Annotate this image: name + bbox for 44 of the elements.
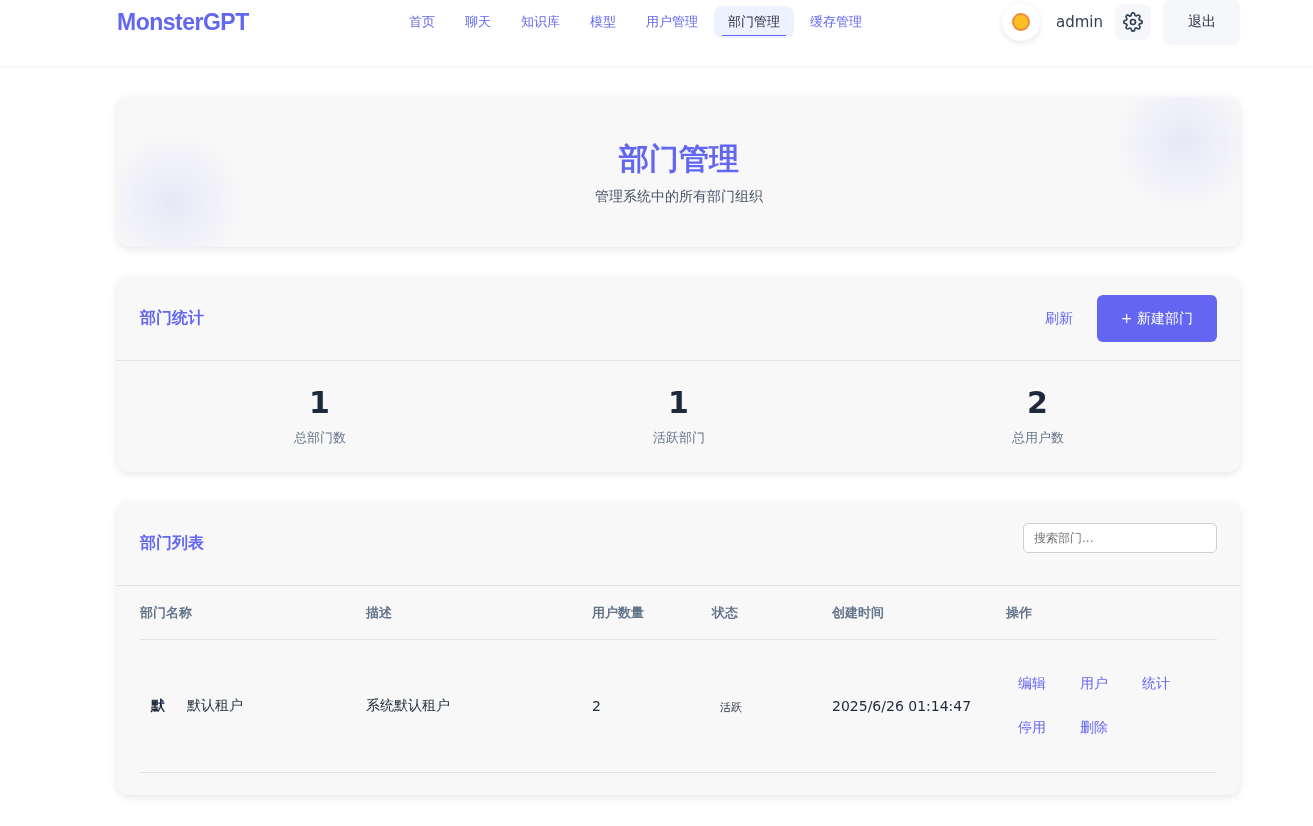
stat-value: 1 — [668, 385, 689, 421]
action-link[interactable]: 删除 — [1080, 719, 1142, 737]
new-department-button[interactable]: + 新建部门 — [1096, 295, 1217, 342]
stat-label: 总部门数 — [293, 429, 346, 447]
action-link[interactable]: 用户 — [1080, 675, 1142, 693]
department-avatar: 默 — [151, 697, 165, 715]
nav-tab[interactable]: 聊天 — [450, 6, 505, 38]
column-header: 状态 — [712, 603, 739, 622]
logo[interactable]: MonsterGPT — [117, 8, 249, 36]
table-cell-text: 2025/6/26 01:14:47 — [832, 698, 973, 714]
nav-tab[interactable]: 模型 — [575, 6, 630, 38]
stat-value: 2 — [1027, 385, 1048, 421]
stat-label: 总用户数 — [1011, 429, 1064, 447]
search-field[interactable]: 搜索部门... — [1023, 522, 1217, 553]
department-name: 默认租户 — [187, 697, 243, 715]
column-header: 描述 — [366, 603, 393, 622]
action-link[interactable]: 统计 — [1142, 675, 1204, 693]
table-cell-text: 系统默认租户 — [366, 697, 451, 715]
logout-button[interactable]: 退出 — [1163, 0, 1240, 45]
column-header: 操作 — [1006, 603, 1033, 622]
nav-tab[interactable]: 缓存管理 — [795, 6, 876, 38]
column-header: 创建时间 — [832, 603, 885, 622]
settings-icon — [1123, 12, 1143, 32]
nav-tab[interactable]: 知识库 — [506, 6, 574, 38]
nav-tab[interactable]: 部门管理 — [713, 6, 794, 38]
username: admin — [1056, 13, 1103, 31]
action-link[interactable]: 停用 — [1018, 719, 1080, 737]
settings-button[interactable] — [1115, 4, 1151, 40]
table-cell-text: 2 — [592, 698, 602, 714]
page-title: 部门管理 — [618, 139, 739, 178]
card-title: 部门统计 — [140, 308, 204, 329]
column-header: 用户数量 — [592, 603, 645, 622]
sun-icon — [1011, 12, 1031, 32]
card-title: 部门列表 — [140, 533, 204, 554]
column-header: 部门名称 — [140, 603, 193, 622]
nav-tab[interactable]: 首页 — [394, 6, 449, 38]
status-label: 活跃 — [719, 700, 742, 714]
stat-value: 1 — [309, 385, 330, 421]
action-link[interactable]: 编辑 — [1018, 675, 1080, 693]
page-subtitle: 管理系统中的所有部门组织 — [594, 187, 763, 206]
stat-label: 活跃部门 — [652, 429, 705, 447]
theme-toggle-button[interactable] — [1002, 3, 1040, 41]
nav-tab[interactable]: 用户管理 — [631, 6, 712, 38]
refresh-button[interactable]: 刷新 — [1042, 305, 1075, 332]
